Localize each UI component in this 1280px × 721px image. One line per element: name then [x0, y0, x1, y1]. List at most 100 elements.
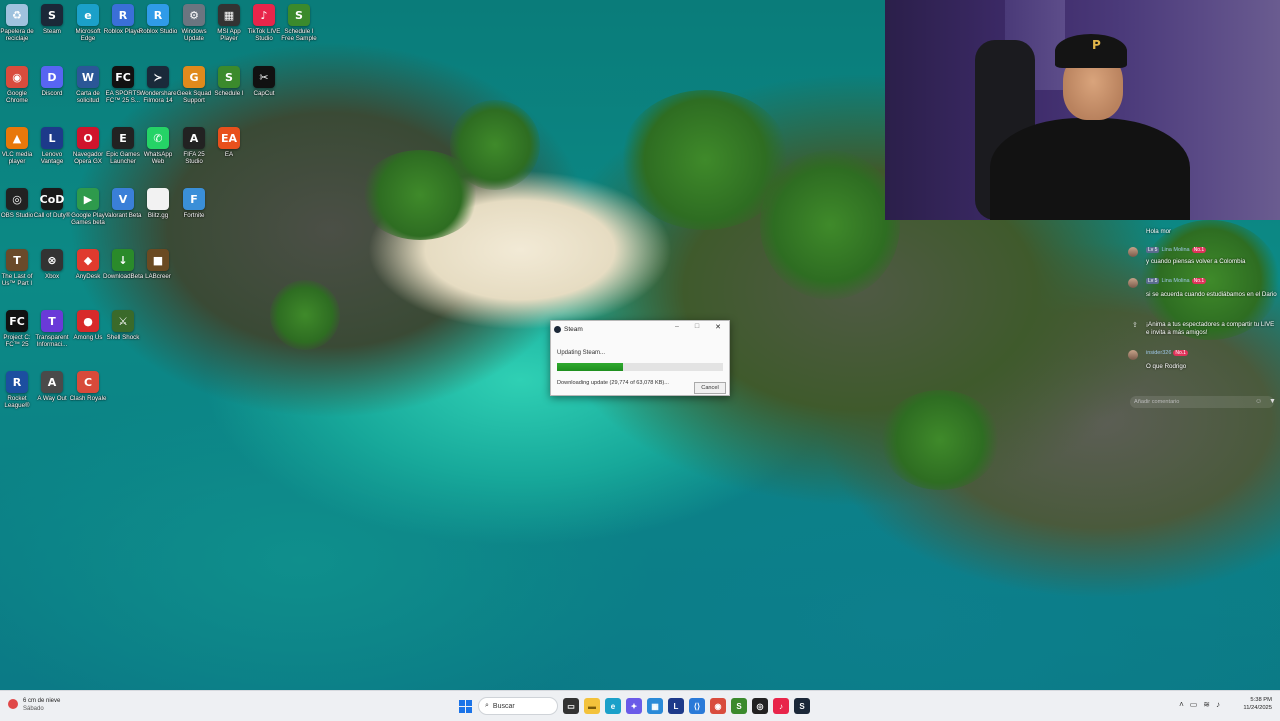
desktop-icon[interactable]: S Schedule I Free Sample — [281, 4, 317, 42]
close-button[interactable]: ✕ — [712, 323, 724, 331]
desktop-icon[interactable]: ▦ MSI App Player — [212, 4, 246, 42]
desktop-icon[interactable]: EA EA — [212, 127, 246, 158]
desktop-icon[interactable]: A FIFA 25 Studio — [177, 127, 211, 165]
desktop-icon[interactable]: S Schedule I — [212, 66, 246, 97]
recycle-bin-icon: ♻ — [6, 4, 28, 26]
chrome-taskbar-icon[interactable]: ◉ — [710, 698, 726, 714]
project-fc-icon: FC — [6, 310, 28, 332]
minimize-button[interactable]: – — [671, 323, 683, 330]
ea-icon: EA — [218, 127, 240, 149]
discord-icon: D — [41, 66, 63, 88]
store-icon[interactable]: ▦ — [647, 698, 663, 714]
desktop-icon[interactable]: ● Among Us — [71, 310, 105, 341]
desktop-icon-label: TikTok LIVE Studio — [247, 28, 281, 42]
desktop-icon-label: Schedule I — [214, 90, 244, 97]
desktop-icon[interactable]: FC EA SPORTS FC™ 25 S... — [106, 66, 140, 104]
desktop-icon[interactable]: R Rocket League® — [0, 371, 34, 409]
desktop-icon[interactable]: E Epic Games Launcher — [106, 127, 140, 165]
webcam-person-cap — [1055, 34, 1127, 68]
chat-comment-input[interactable]: Añadir comentario — [1130, 396, 1274, 408]
desktop-icon[interactable]: R Roblox Studio — [138, 4, 178, 35]
lenovo-taskbar-icon[interactable]: L — [668, 698, 684, 714]
file-explorer-icon[interactable]: ▬ — [584, 698, 600, 714]
share-icon: ⇪ — [1132, 322, 1138, 329]
level-badge: Lv 5 — [1146, 278, 1160, 284]
anydesk-icon: ◆ — [77, 249, 99, 271]
maximize-button[interactable]: □ — [691, 323, 703, 330]
island-foliage — [450, 100, 540, 190]
obs-taskbar-icon[interactable]: ◎ — [752, 698, 768, 714]
desktop-icon[interactable]: ↓ DownloadBeta — [103, 249, 143, 280]
desktop-icon[interactable]: A A Way Out — [35, 371, 69, 402]
progress-bar — [557, 363, 723, 371]
desktop-icon[interactable]: R Roblox Player — [104, 4, 142, 35]
desktop-icon-label: Navegador Opera GX — [72, 151, 104, 165]
task-view-icon[interactable]: ▭ — [563, 698, 579, 714]
desktop-icon-label: FIFA 25 Studio — [183, 151, 205, 165]
desktop-icon-label: Roblox Studio — [138, 28, 178, 35]
desktop-icon-label: Microsoft Edge — [75, 28, 101, 42]
wifi-icon[interactable]: ≋ — [1203, 700, 1210, 709]
desktop-icon[interactable]: ◎ OBS Studio — [0, 188, 34, 219]
desktop-icon[interactable]: ◉ Google Chrome — [0, 66, 34, 104]
battery-icon[interactable]: ▭ — [1190, 700, 1198, 709]
desktop-icon[interactable]: FC Project C: FC™ 25 — [0, 310, 34, 348]
chat-username[interactable]: Lina Molina — [1161, 247, 1189, 253]
start-button[interactable] — [457, 698, 473, 714]
desktop-icon[interactable]: V Valorant Beta — [104, 188, 142, 219]
desktop-icon[interactable]: D Discord — [35, 66, 69, 97]
desktop-icon[interactable]: T Transparent Informaci... — [35, 310, 69, 348]
desktop-icon[interactable]: F Fortnite — [177, 188, 211, 219]
desktop-icon-label: EA SPORTS FC™ 25 S... — [105, 90, 141, 104]
desktop-icon[interactable]: ⚔ Shell Shock — [106, 310, 140, 341]
schedule-i-icon: S — [288, 4, 310, 26]
tiktok-taskbar-icon[interactable]: ♪ — [773, 698, 789, 714]
chat-username[interactable]: insider326 — [1146, 350, 1171, 356]
desktop-icon[interactable]: G Geek Squad Support — [177, 66, 211, 104]
desktop-icon[interactable]: e Microsoft Edge — [71, 4, 105, 42]
desktop-icon-label: WhatsApp Web — [143, 151, 173, 165]
desktop-icon-label: Steam — [43, 28, 61, 35]
clock[interactable]: 5:38 PM 11/24/2025 — [1243, 696, 1272, 712]
desktop-icon[interactable]: ⊗ Xbox — [35, 249, 69, 280]
desktop-icon[interactable]: CoD Call of Duty® — [34, 188, 70, 219]
weather-widget[interactable]: 6 cm de nieve Sábado — [8, 697, 60, 713]
desktop-icon[interactable]: C Clash Royale — [69, 371, 107, 402]
desktop-icon-label: Clash Royale — [69, 395, 107, 402]
word-doc-icon: W — [77, 66, 99, 88]
desktop-icon[interactable]: O Navegador Opera GX — [71, 127, 105, 165]
desktop-icon[interactable]: T The Last of Us™ Part I — [0, 249, 34, 287]
desktop-icon[interactable]: ♪ TikTok LIVE Studio — [247, 4, 281, 42]
gift-icon[interactable]: ▼ — [1269, 398, 1276, 405]
desktop-icon[interactable]: ■ LABcreer — [141, 249, 175, 280]
vscode-icon[interactable]: ⟨⟩ — [689, 698, 705, 714]
desktop-icon[interactable]: ▶ Google Play Games beta — [71, 188, 105, 226]
desktop-icon[interactable]: ≻ Wondershare Filmora 14 — [139, 66, 177, 104]
desktop-icon[interactable]: L Lenovo Vantage — [35, 127, 69, 165]
desktop-icon[interactable]: Blitz.gg — [141, 188, 175, 219]
steam-taskbar-icon[interactable]: S — [794, 698, 810, 714]
desktop-icon[interactable]: ⚙ Windows Update — [177, 4, 211, 42]
copilot-icon[interactable]: ✦ — [626, 698, 642, 714]
volume-icon[interactable]: ♪ — [1216, 700, 1220, 709]
edge-taskbar-icon[interactable]: e — [605, 698, 621, 714]
desktop-icon[interactable]: ✂ CapCut — [247, 66, 281, 97]
taskbar-search[interactable]: ⌕ Buscar — [478, 697, 558, 715]
desktop-icon[interactable]: ♻ Papelera de reciclaje — [0, 4, 34, 42]
chat-message-header: Lv 5 Lina Molina No.1 — [1146, 247, 1207, 253]
cancel-button[interactable]: Cancel — [694, 382, 726, 394]
emoji-icon[interactable]: ☺ — [1255, 398, 1262, 405]
dialog-title: Steam — [564, 325, 583, 333]
fortnite-icon: F — [183, 188, 205, 210]
desktop-icon[interactable]: W Carta de solicitud — [71, 66, 105, 104]
chevron-up-icon[interactable]: ˄ — [1179, 700, 1184, 709]
desktop-icon-label: Wondershare Filmora 14 — [139, 90, 177, 104]
desktop-icon[interactable]: ✆ WhatsApp Web — [141, 127, 175, 165]
desktop-icon[interactable]: ▲ VLC media player — [0, 127, 34, 165]
desktop-icon[interactable]: ◆ AnyDesk — [71, 249, 105, 280]
schedule-taskbar-icon[interactable]: S — [731, 698, 747, 714]
last-of-us-icon: T — [6, 249, 28, 271]
desktop-icon[interactable]: S Steam — [35, 4, 69, 35]
clock-time: 5:38 PM — [1250, 697, 1272, 703]
chat-username[interactable]: Lina Molina — [1161, 278, 1189, 284]
